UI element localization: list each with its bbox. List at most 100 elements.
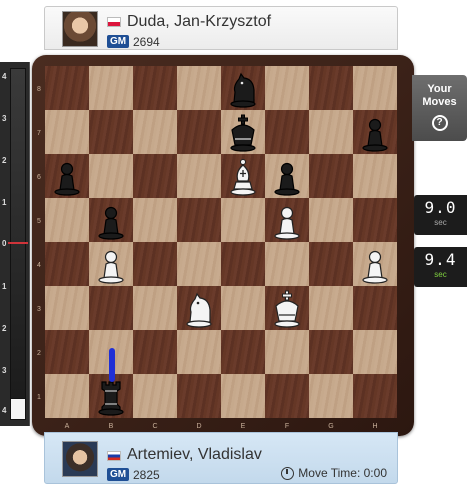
square-h3[interactable] bbox=[353, 286, 397, 330]
eval-tick: 2 bbox=[2, 156, 7, 165]
square-h5[interactable] bbox=[353, 198, 397, 242]
opponent-title-badge: GM bbox=[107, 35, 130, 48]
file-label: D bbox=[196, 423, 202, 430]
square-e5[interactable] bbox=[221, 198, 265, 242]
square-c6[interactable] bbox=[133, 154, 177, 198]
square-e4[interactable] bbox=[221, 242, 265, 286]
square-c8[interactable] bbox=[133, 66, 177, 110]
opponent-avatar bbox=[62, 11, 98, 47]
square-g4[interactable] bbox=[309, 242, 353, 286]
square-c5[interactable] bbox=[133, 198, 177, 242]
user-name: Artemiev, Vladislav bbox=[127, 446, 262, 463]
square-g8[interactable] bbox=[309, 66, 353, 110]
file-label: F bbox=[284, 423, 290, 430]
opponent-rating: 2694 bbox=[133, 35, 160, 49]
player-clock-time: 9.4 bbox=[424, 250, 457, 269]
square-e8[interactable] bbox=[221, 66, 265, 110]
square-d6[interactable] bbox=[177, 154, 221, 198]
square-f3[interactable] bbox=[265, 286, 309, 330]
square-a1[interactable] bbox=[45, 374, 89, 418]
rank-label: 7 bbox=[37, 130, 41, 137]
eval-white-fill bbox=[10, 398, 26, 420]
square-d4[interactable] bbox=[177, 242, 221, 286]
square-f6[interactable] bbox=[265, 154, 309, 198]
rank-label: 1 bbox=[37, 394, 41, 401]
square-a7[interactable] bbox=[45, 110, 89, 154]
eval-tick: 4 bbox=[2, 72, 7, 81]
square-h1[interactable] bbox=[353, 374, 397, 418]
square-d8[interactable] bbox=[177, 66, 221, 110]
eval-zero-marker bbox=[8, 242, 28, 244]
poland-flag-icon bbox=[107, 17, 121, 27]
opponent-clock: 9.0 sec bbox=[414, 195, 467, 235]
rank-label: 5 bbox=[37, 218, 41, 225]
square-a2[interactable] bbox=[45, 330, 89, 374]
square-e2[interactable] bbox=[221, 330, 265, 374]
evaluation-bar: 4 3 2 1 0 1 2 3 4 bbox=[0, 62, 30, 426]
square-d2[interactable] bbox=[177, 330, 221, 374]
square-a6[interactable] bbox=[45, 154, 89, 198]
file-label: C bbox=[152, 423, 158, 430]
square-b5[interactable] bbox=[89, 198, 133, 242]
square-e1[interactable] bbox=[221, 374, 265, 418]
square-h6[interactable] bbox=[353, 154, 397, 198]
user-rating: 2825 bbox=[133, 468, 160, 482]
square-f5[interactable] bbox=[265, 198, 309, 242]
square-c4[interactable] bbox=[133, 242, 177, 286]
eval-tick: 0 bbox=[2, 239, 7, 248]
move-time-display: Move Time: 0:00 bbox=[281, 466, 387, 480]
square-g6[interactable] bbox=[309, 154, 353, 198]
square-d7[interactable] bbox=[177, 110, 221, 154]
russia-flag-icon bbox=[107, 451, 121, 461]
square-f4[interactable] bbox=[265, 242, 309, 286]
square-f7[interactable] bbox=[265, 110, 309, 154]
square-h8[interactable] bbox=[353, 66, 397, 110]
square-d3[interactable] bbox=[177, 286, 221, 330]
square-c3[interactable] bbox=[133, 286, 177, 330]
square-c7[interactable] bbox=[133, 110, 177, 154]
eval-tick: 2 bbox=[2, 324, 7, 333]
your-moves-button[interactable]: Your Moves ? bbox=[412, 75, 467, 141]
square-c2[interactable] bbox=[133, 330, 177, 374]
square-a5[interactable] bbox=[45, 198, 89, 242]
square-b8[interactable] bbox=[89, 66, 133, 110]
square-e3[interactable] bbox=[221, 286, 265, 330]
square-h7[interactable] bbox=[353, 110, 397, 154]
chess-board[interactable] bbox=[45, 66, 397, 418]
rank-label: 4 bbox=[37, 262, 41, 269]
move-highlight-arrow bbox=[109, 348, 115, 382]
file-label: B bbox=[108, 423, 114, 430]
help-icon[interactable]: ? bbox=[431, 115, 448, 131]
square-b4[interactable] bbox=[89, 242, 133, 286]
square-a3[interactable] bbox=[45, 286, 89, 330]
square-g1[interactable] bbox=[309, 374, 353, 418]
square-g5[interactable] bbox=[309, 198, 353, 242]
square-f1[interactable] bbox=[265, 374, 309, 418]
square-g2[interactable] bbox=[309, 330, 353, 374]
square-c1[interactable] bbox=[133, 374, 177, 418]
square-a8[interactable] bbox=[45, 66, 89, 110]
square-f8[interactable] bbox=[265, 66, 309, 110]
square-a4[interactable] bbox=[45, 242, 89, 286]
file-label: E bbox=[240, 423, 246, 430]
square-h4[interactable] bbox=[353, 242, 397, 286]
user-title-badge: GM bbox=[107, 468, 130, 481]
user-player-panel: Artemiev, Vladislav GM 2825 Move Time: 0… bbox=[44, 432, 398, 484]
square-g3[interactable] bbox=[309, 286, 353, 330]
square-b3[interactable] bbox=[89, 286, 133, 330]
square-e7[interactable] bbox=[221, 110, 265, 154]
square-b6[interactable] bbox=[89, 154, 133, 198]
square-d1[interactable] bbox=[177, 374, 221, 418]
clock-icon bbox=[281, 466, 295, 480]
square-f2[interactable] bbox=[265, 330, 309, 374]
opponent-clock-time: 9.0 bbox=[424, 198, 457, 217]
square-g7[interactable] bbox=[309, 110, 353, 154]
square-e6[interactable] bbox=[221, 154, 265, 198]
move-time-label: Move Time: 0:00 bbox=[298, 466, 387, 480]
file-label: A bbox=[64, 423, 70, 430]
square-h2[interactable] bbox=[353, 330, 397, 374]
eval-tick: 1 bbox=[2, 282, 7, 291]
square-d5[interactable] bbox=[177, 198, 221, 242]
square-b7[interactable] bbox=[89, 110, 133, 154]
eval-tick: 4 bbox=[2, 406, 7, 415]
